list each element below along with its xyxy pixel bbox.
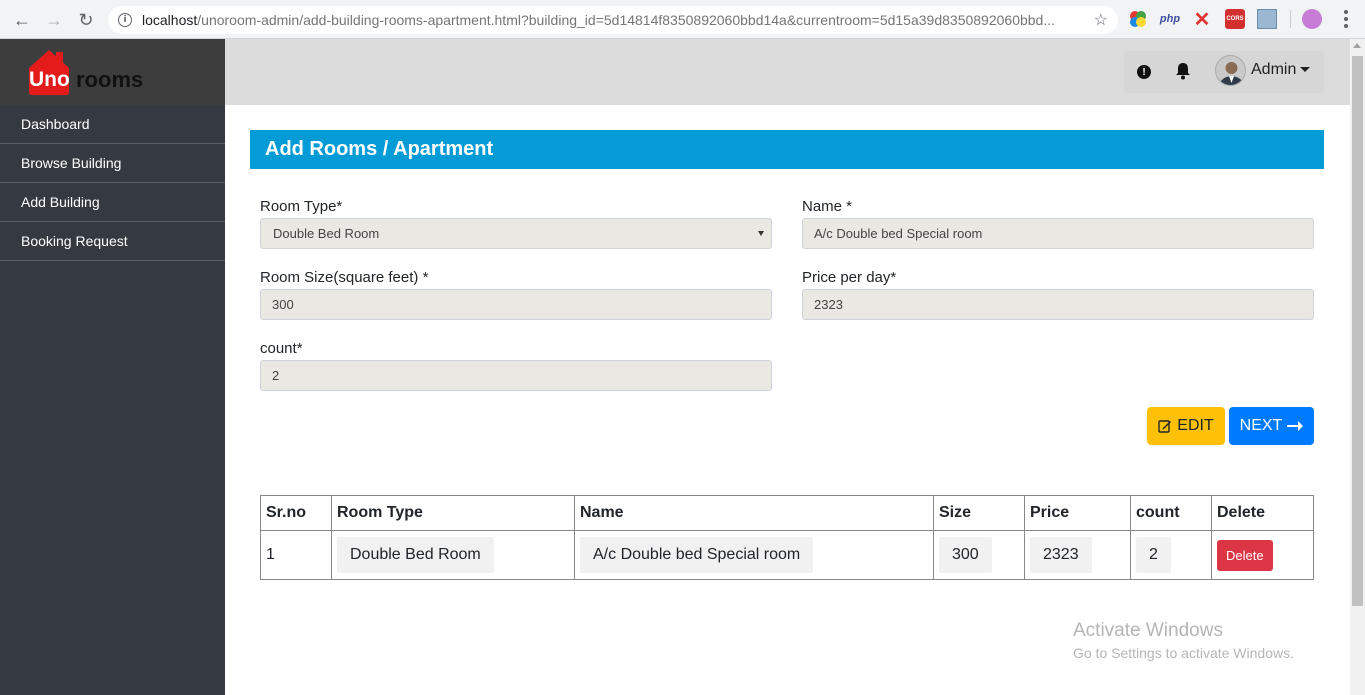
column-header-delete: Delete [1211, 495, 1314, 531]
cell-room-type: Double Bed Room [331, 530, 575, 580]
price-value: 2323 [814, 297, 843, 312]
address-bar[interactable]: i localhost/unoroom-admin/add-building-r… [108, 6, 1118, 34]
next-button-label: NEXT [1239, 417, 1283, 434]
scroll-up-arrow-icon[interactable] [1353, 43, 1361, 48]
delete-button[interactable]: Delete [1217, 539, 1273, 571]
brand-logo[interactable]: Uno rooms [0, 39, 225, 105]
sidebar-item-browse-building[interactable]: Browse Building [0, 144, 225, 183]
table-row: 1 Double Bed Room A/c Double bed Special… [260, 530, 1314, 580]
avatar[interactable] [1215, 55, 1246, 86]
screenshot-extension-icon[interactable] [1257, 9, 1277, 29]
back-icon[interactable]: ← [7, 5, 37, 35]
sidebar-item-add-building[interactable]: Add Building [0, 183, 225, 222]
browser-toolbar: ← → ↻ i localhost/unoroom-admin/add-buil… [0, 0, 1365, 39]
page-title: Add Rooms / Apartment [250, 130, 1324, 169]
php-extension-icon[interactable]: php [1160, 9, 1180, 29]
next-button[interactable]: NEXT [1229, 407, 1314, 445]
count-label: count* [260, 340, 303, 357]
name-label: Name * [802, 198, 853, 215]
sidebar-item-booking-request[interactable]: Booking Request [0, 222, 225, 261]
name-input[interactable]: A/c Double bed Special room [802, 218, 1314, 249]
sidebar-item-label: Add Building [21, 194, 100, 210]
page-title-text: Add Rooms / Apartment [265, 138, 494, 160]
page-scrollbar[interactable] [1350, 39, 1365, 695]
sidebar-item-dashboard[interactable]: Dashboard [0, 105, 225, 144]
cell-name: A/c Double bed Special room [574, 530, 934, 580]
cell-srno: 1 [260, 530, 332, 580]
activation-watermark-title: Activate Windows [1073, 620, 1223, 641]
select-arrow-icon [758, 231, 764, 236]
column-header-room-type: Room Type [331, 495, 575, 531]
cell-size: 300 [933, 530, 1025, 580]
room-size-value: 300 [272, 297, 294, 312]
toolbar-divider [1290, 10, 1291, 28]
url-host: localhost [142, 12, 198, 28]
edit-button-label: EDIT [1177, 417, 1214, 434]
cell-room-type-value: Double Bed Room [337, 537, 494, 573]
column-header-count: count [1130, 495, 1212, 531]
arrow-right-icon [1287, 421, 1304, 431]
table-header-row: Sr.no Room Type Name Size Price count De… [260, 495, 1314, 531]
price-label: Price per day* [802, 269, 897, 286]
edit-button[interactable]: EDIT [1147, 407, 1225, 445]
scrollbar-thumb[interactable] [1352, 56, 1363, 606]
cross-extension-icon[interactable]: ✕ [1192, 9, 1212, 31]
cell-price-value: 2323 [1030, 537, 1092, 573]
bookmark-star-icon[interactable]: ☆ [1094, 10, 1108, 30]
column-header-price: Price [1024, 495, 1131, 531]
brand-name-part1: Uno [29, 68, 70, 91]
sidebar-item-label: Dashboard [21, 116, 90, 132]
chevron-down-icon[interactable] [1300, 67, 1310, 72]
profile-avatar-icon[interactable] [1302, 9, 1322, 29]
sidebar-item-label: Browse Building [21, 155, 122, 171]
price-input[interactable]: 2323 [802, 289, 1314, 320]
user-menu-label[interactable]: Admin [1251, 61, 1296, 79]
count-input[interactable]: 2 [260, 360, 772, 391]
edit-icon [1158, 420, 1172, 433]
cell-size-value: 300 [939, 537, 992, 573]
alert-icon[interactable]: ! [1137, 65, 1151, 79]
count-value: 2 [272, 368, 280, 383]
room-type-select[interactable]: Double Bed Room [260, 218, 772, 249]
cell-count-value: 2 [1136, 537, 1171, 573]
cors-extension-icon[interactable]: CORS [1225, 9, 1245, 29]
room-size-label: Room Size(square feet) * [260, 269, 429, 286]
reload-icon[interactable]: ↻ [71, 5, 101, 35]
color-extension-icon[interactable] [1128, 9, 1148, 29]
name-value: A/c Double bed Special room [814, 226, 983, 241]
cell-count: 2 [1130, 530, 1212, 580]
site-info-icon[interactable]: i [118, 13, 132, 27]
sidebar-item-label: Booking Request [21, 233, 128, 249]
column-header-name: Name [574, 495, 934, 531]
activation-watermark-subtitle: Go to Settings to activate Windows. [1073, 645, 1294, 661]
column-header-srno: Sr.no [260, 495, 332, 531]
bell-icon[interactable] [1174, 62, 1192, 80]
brand-name-part2: rooms [76, 67, 144, 92]
sidebar: Uno rooms Dashboard Browse Building Add … [0, 39, 225, 695]
cell-name-value: A/c Double bed Special room [580, 537, 814, 573]
rooms-table: Sr.no Room Type Name Size Price count De… [260, 495, 1314, 580]
cell-delete: Delete [1211, 530, 1314, 580]
browser-menu-icon[interactable] [1336, 8, 1356, 30]
cell-price: 2323 [1024, 530, 1131, 580]
forward-icon[interactable]: → [39, 5, 69, 35]
room-type-label: Room Type* [260, 198, 343, 215]
url-path: /unoroom-admin/add-building-rooms-apartm… [197, 12, 1056, 28]
room-size-input[interactable]: 300 [260, 289, 772, 320]
column-header-size: Size [933, 495, 1025, 531]
url-text: localhost/unoroom-admin/add-building-roo… [142, 12, 1072, 28]
room-type-value: Double Bed Room [273, 226, 380, 241]
top-navbar: ! Admin [225, 39, 1350, 105]
